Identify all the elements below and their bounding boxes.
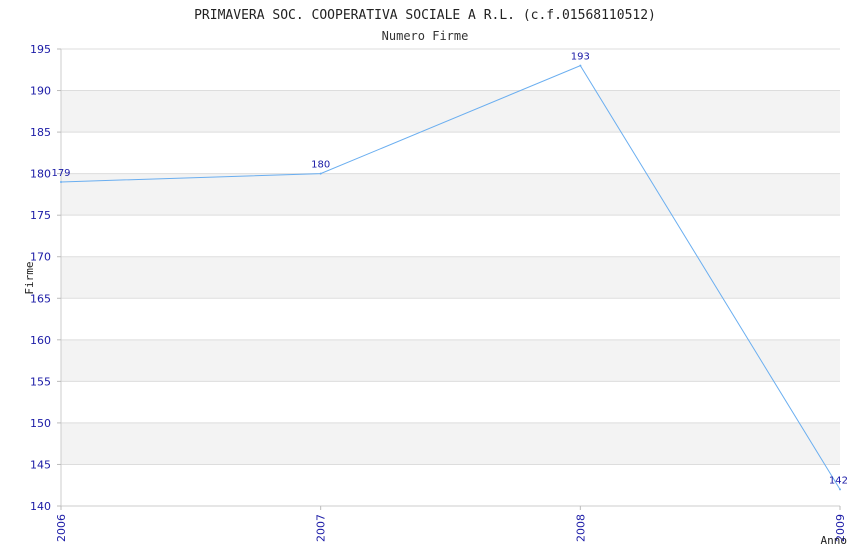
grid-band [61, 339, 840, 382]
grid-band [61, 90, 840, 133]
grid-band [61, 173, 840, 216]
data-point [579, 64, 582, 67]
x-tick-label: 2007 [315, 514, 328, 542]
data-label: 193 [571, 52, 590, 63]
data-label: 180 [311, 160, 330, 171]
x-tick-label: 2006 [55, 514, 68, 542]
grid-band [61, 422, 840, 465]
y-tick-label: 180 [30, 168, 51, 181]
y-tick-label: 145 [30, 458, 51, 471]
chart-canvas: PRIMAVERA SOC. COOPERATIVA SOCIALE A R.L… [23, 8, 848, 547]
data-point [839, 488, 841, 491]
x-tick-label: 2008 [574, 514, 587, 542]
data-label: 142 [829, 475, 848, 486]
y-tick-label: 160 [30, 334, 51, 347]
y-axis-label: Firme [23, 261, 36, 294]
y-tick-label: 150 [30, 417, 51, 430]
chart-subtitle: Numero Firme [382, 29, 469, 43]
x-axis-label: Anno [821, 534, 848, 547]
y-tick-label: 190 [30, 85, 51, 98]
data-label: 179 [51, 168, 70, 179]
y-tick-label: 155 [30, 375, 51, 388]
y-tick-label: 175 [30, 209, 51, 222]
y-tick-label: 140 [30, 500, 51, 513]
chart-title: PRIMAVERA SOC. COOPERATIVA SOCIALE A R.L… [194, 8, 656, 23]
y-tick-label: 185 [30, 126, 51, 139]
x-axis-ticks: 2006 2007 2008 2009 [55, 506, 847, 542]
grid-band [61, 256, 840, 299]
data-point [319, 172, 322, 175]
data-point [60, 180, 62, 183]
grid-bands [61, 90, 840, 465]
y-tick-label: 195 [30, 43, 51, 56]
